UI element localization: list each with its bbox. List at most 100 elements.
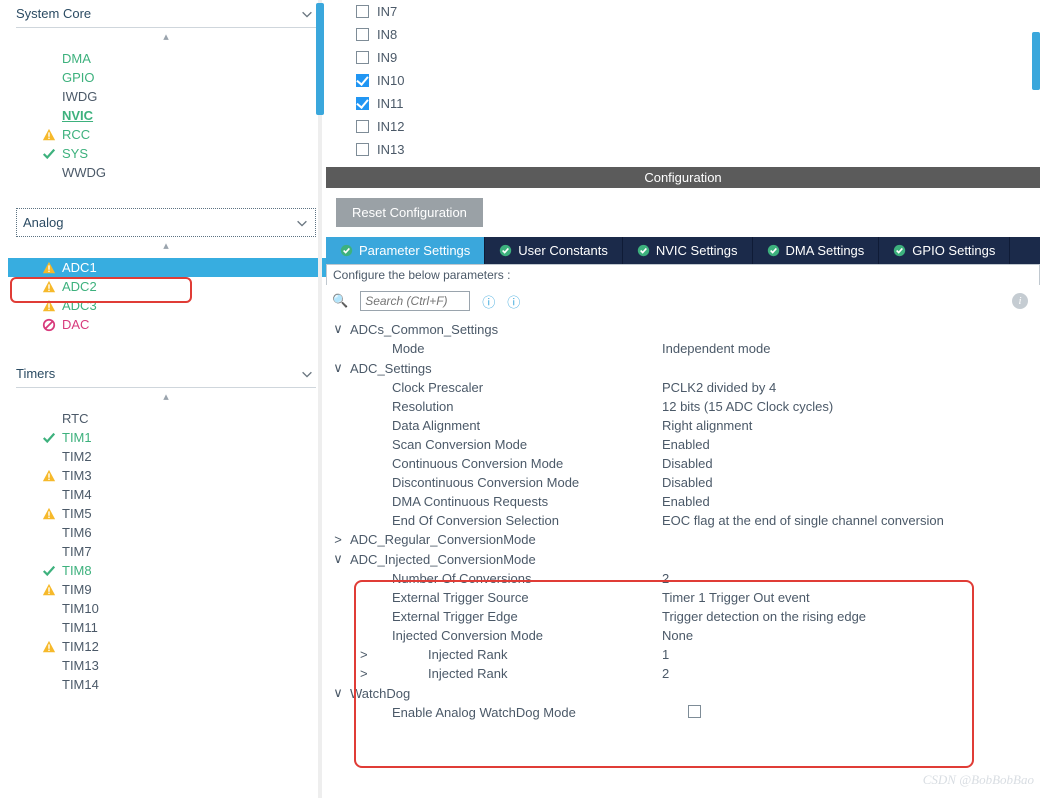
param-row[interactable]: Continuous Conversion ModeDisabled	[332, 454, 1032, 473]
param-row[interactable]: Scan Conversion ModeEnabled	[332, 435, 1032, 454]
param-row[interactable]: Number Of Conversions2	[332, 569, 1032, 588]
param-row[interactable]: DMA Continuous RequestsEnabled	[332, 492, 1032, 511]
param-row[interactable]: Injected Conversion ModeNone	[332, 626, 1032, 645]
channel-in11[interactable]: IN11	[356, 92, 1040, 115]
sidebar-item-dac[interactable]: DAC	[42, 315, 316, 334]
sidebar-item-label: IWDG	[62, 89, 97, 104]
channel-in12[interactable]: IN12	[356, 115, 1040, 138]
sidebar-item-tim2[interactable]: TIM2	[42, 447, 316, 466]
search-next-icon[interactable]: ⓘ	[507, 292, 520, 311]
sidebar-item-tim11[interactable]: TIM11	[42, 618, 316, 637]
configure-description: Configure the below parameters :	[326, 264, 1040, 285]
param-value: EOC flag at the end of single channel co…	[662, 513, 944, 528]
sidebar-item-nvic[interactable]: NVIC	[42, 106, 316, 125]
checkbox[interactable]	[356, 120, 369, 133]
group-adcs_common_settings[interactable]: ∨ADCs_Common_Settings	[332, 319, 1032, 339]
channel-in7[interactable]: IN7	[356, 0, 1040, 23]
sidebar-item-tim14[interactable]: TIM14	[42, 675, 316, 694]
injected-rank-row[interactable]: >Injected Rank1	[332, 645, 1032, 664]
param-row[interactable]: Resolution12 bits (15 ADC Clock cycles)	[332, 397, 1032, 416]
sidebar-item-adc3[interactable]: ADC3	[42, 296, 316, 315]
param-row[interactable]: Clock PrescalerPCLK2 divided by 4	[332, 378, 1032, 397]
channel-in9[interactable]: IN9	[356, 46, 1040, 69]
param-row[interactable]: External Trigger EdgeTrigger detection o…	[332, 607, 1032, 626]
sidebar-item-rtc[interactable]: RTC	[42, 409, 316, 428]
checkbox[interactable]	[356, 143, 369, 156]
param-label: Number Of Conversions	[392, 571, 662, 586]
param-row[interactable]: External Trigger SourceTimer 1 Trigger O…	[332, 588, 1032, 607]
sidebar-item-adc2[interactable]: ADC2	[42, 277, 316, 296]
sidebar-item-adc1[interactable]: ADC1	[8, 258, 326, 277]
param-value: Disabled	[662, 475, 713, 490]
group-adc_regular_conversionmode[interactable]: >ADC_Regular_ConversionMode	[332, 530, 1032, 549]
sidebar-item-tim13[interactable]: TIM13	[42, 656, 316, 675]
sidebar: System Core ▴ DMAGPIOIWDGNVICRCCSYSWWDG …	[0, 0, 326, 798]
collapse-arrow-icon[interactable]: ▴	[16, 237, 316, 258]
collapse-arrow-icon[interactable]: ▴	[16, 388, 316, 409]
checkbox[interactable]	[356, 5, 369, 18]
sidebar-item-iwdg[interactable]: IWDG	[42, 87, 316, 106]
sidebar-item-tim5[interactable]: TIM5	[42, 504, 316, 523]
sidebar-item-sys[interactable]: SYS	[42, 144, 316, 163]
param-value: 2	[662, 666, 669, 681]
param-label: Clock Prescaler	[392, 380, 662, 395]
sidebar-item-label: TIM14	[62, 677, 99, 692]
ban-icon	[42, 318, 56, 332]
checkbox[interactable]	[356, 51, 369, 64]
tab-parameter-settings[interactable]: Parameter Settings	[326, 237, 485, 264]
channel-label: IN11	[377, 96, 404, 111]
sidebar-item-wwdg[interactable]: WWDG	[42, 163, 316, 182]
checkbox[interactable]	[688, 705, 701, 718]
channel-in13[interactable]: IN13	[356, 138, 1040, 161]
group-watchdog[interactable]: ∨WatchDog	[332, 683, 1032, 703]
param-row[interactable]: Discontinuous Conversion ModeDisabled	[332, 473, 1032, 492]
sidebar-item-tim9[interactable]: TIM9	[42, 580, 316, 599]
group-adc_settings[interactable]: ∨ADC_Settings	[332, 358, 1032, 378]
tab-nvic-settings[interactable]: NVIC Settings	[623, 237, 753, 264]
scrollbar[interactable]	[312, 0, 326, 798]
sidebar-item-tim10[interactable]: TIM10	[42, 599, 316, 618]
sidebar-item-tim12[interactable]: TIM12	[42, 637, 316, 656]
sidebar-item-dma[interactable]: DMA	[42, 49, 316, 68]
sidebar-item-label: SYS	[62, 146, 88, 161]
sidebar-item-rcc[interactable]: RCC	[42, 125, 316, 144]
section-system-core[interactable]: System Core	[16, 0, 316, 28]
sidebar-item-tim3[interactable]: TIM3	[42, 466, 316, 485]
none-icon	[42, 545, 56, 559]
sidebar-item-tim6[interactable]: TIM6	[42, 523, 316, 542]
search-input[interactable]	[360, 291, 470, 311]
injected-rank-row[interactable]: >Injected Rank2	[332, 664, 1032, 683]
group-adc_injected_conversionmode[interactable]: ∨ADC_Injected_ConversionMode	[332, 549, 1032, 569]
channel-in8[interactable]: IN8	[356, 23, 1040, 46]
checkbox[interactable]	[356, 97, 369, 110]
none-icon	[42, 412, 56, 426]
section-timers[interactable]: Timers	[16, 360, 316, 388]
checkbox[interactable]	[356, 28, 369, 41]
reset-configuration-button[interactable]: Reset Configuration	[336, 198, 483, 227]
tab-user-constants[interactable]: User Constants	[485, 237, 623, 264]
group-label: ADC_Settings	[350, 361, 432, 376]
param-row[interactable]: End Of Conversion SelectionEOC flag at t…	[332, 511, 1032, 530]
channel-in10[interactable]: IN10	[356, 69, 1040, 92]
sidebar-item-tim8[interactable]: TIM8	[42, 561, 316, 580]
scrollbar[interactable]	[1032, 32, 1040, 90]
param-row[interactable]: Data AlignmentRight alignment	[332, 416, 1032, 435]
sidebar-item-tim1[interactable]: TIM1	[42, 428, 316, 447]
collapse-arrow-icon[interactable]: ▴	[16, 28, 316, 49]
checkbox[interactable]	[356, 74, 369, 87]
none-icon	[42, 488, 56, 502]
tab-label: GPIO Settings	[912, 243, 995, 258]
section-label: System Core	[16, 6, 91, 21]
section-analog[interactable]: Analog	[16, 208, 316, 237]
search-prev-icon[interactable]: ⓘ	[482, 292, 495, 311]
sidebar-item-tim4[interactable]: TIM4	[42, 485, 316, 504]
sidebar-item-tim7[interactable]: TIM7	[42, 542, 316, 561]
sidebar-item-gpio[interactable]: GPIO	[42, 68, 316, 87]
param-row[interactable]: ModeIndependent mode	[332, 339, 1032, 358]
param-row[interactable]: Enable Analog WatchDog Mode	[332, 703, 1032, 722]
param-value: Independent mode	[662, 341, 770, 356]
tab-gpio-settings[interactable]: GPIO Settings	[879, 237, 1010, 264]
info-icon[interactable]: i	[1012, 293, 1028, 309]
tab-dma-settings[interactable]: DMA Settings	[753, 237, 880, 264]
sidebar-item-label: ADC1	[62, 260, 97, 275]
